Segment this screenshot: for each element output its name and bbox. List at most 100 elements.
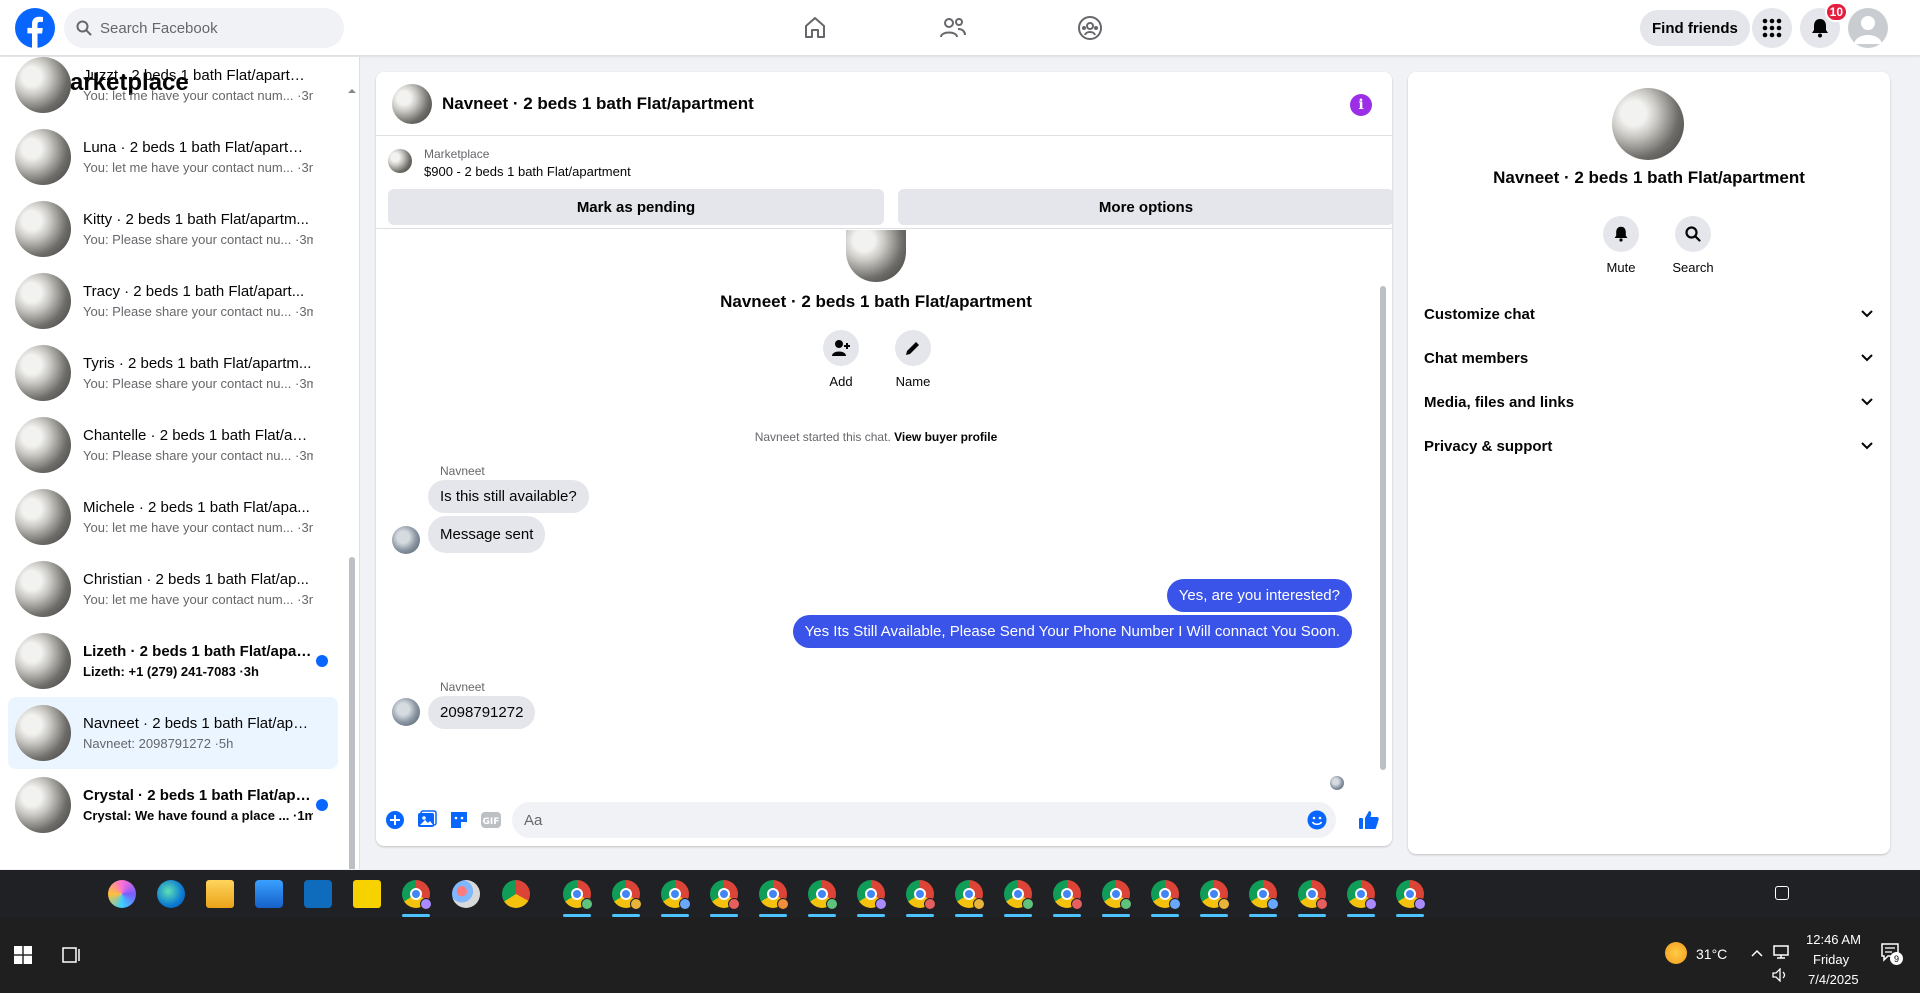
sender-avatar[interactable] (392, 526, 420, 554)
clock-date[interactable]: 7/4/2025 (1808, 972, 1859, 987)
conversation-item[interactable]: Navneet · 2 beds 1 bath Flat/apa... Navne… (8, 697, 338, 769)
conversation-snippet: You: let me have your contact num... (83, 520, 294, 535)
chrome-app-icon[interactable] (710, 880, 740, 910)
conversation-item[interactable]: Michele · 2 beds 1 bath Flat/apa... You: … (8, 481, 338, 553)
conversation-item[interactable]: Lizeth · 2 beds 1 bath Flat/apar... Lizet… (8, 625, 338, 697)
thread-scrollbar-thumb[interactable] (1380, 286, 1386, 770)
notification-center-icon[interactable]: 9 (1880, 942, 1903, 965)
chat-header-title[interactable]: Navneet · 2 beds 1 bath Flat/apartment (442, 94, 754, 114)
add-action[interactable]: Add (811, 330, 871, 389)
sticker-icon[interactable] (448, 809, 470, 831)
conversation-item[interactable]: Crystal · 2 beds 1 bath Flat/apa... Cryst… (8, 769, 338, 841)
account-avatar-button[interactable] (1848, 8, 1888, 48)
more-options-button[interactable]: More options (898, 189, 1392, 225)
chrome-app-icon[interactable] (1396, 880, 1426, 910)
sidebar-scrollbar-thumb[interactable] (349, 557, 355, 869)
file-explorer-icon[interactable] (206, 880, 234, 908)
outgoing-message[interactable]: Yes Its Still Available, Please Send You… (792, 615, 1352, 648)
mute-action[interactable]: Mute (1591, 216, 1651, 275)
conversation-item[interactable]: Kitty · 2 beds 1 bath Flat/apartm... You:… (8, 193, 338, 265)
find-friends-button[interactable]: Find friends (1640, 10, 1750, 46)
network-icon[interactable] (1772, 944, 1790, 960)
listing-price[interactable]: $900 - 2 beds 1 bath Flat/apartment (424, 164, 631, 179)
details-avatar[interactable] (1612, 88, 1684, 160)
conversation-text: Lizeth · 2 beds 1 bath Flat/apar... Lizet… (83, 643, 313, 679)
conversation-item[interactable]: Tyris · 2 beds 1 bath Flat/apartm... You:… (8, 337, 338, 409)
plus-circle-icon[interactable] (384, 809, 406, 831)
chrome-app-icon[interactable] (1102, 880, 1132, 910)
chrome-app-icon[interactable] (1249, 880, 1279, 910)
sidebar-scrollbar[interactable] (348, 87, 356, 869)
privacy-support-section[interactable]: Privacy & support (1424, 424, 1874, 468)
chat-header-avatar[interactable] (392, 83, 432, 124)
screen-capture-icon[interactable] (1775, 886, 1789, 900)
facebook-logo-icon[interactable] (15, 8, 55, 48)
sticky-notes-icon[interactable] (353, 880, 381, 908)
name-action[interactable]: Name (883, 330, 943, 389)
info-icon[interactable]: i (1350, 94, 1372, 116)
message-input[interactable] (512, 802, 1336, 838)
conversation-item[interactable]: Luna · 2 beds 1 bath Flat/apartm... You: … (8, 121, 338, 193)
chrome-app-icon[interactable] (502, 880, 530, 908)
gif-icon[interactable]: GIF (480, 809, 502, 831)
clock-day[interactable]: Friday (1813, 952, 1849, 967)
copilot-app-icon[interactable] (108, 880, 136, 908)
chrome-app-icon[interactable] (612, 880, 642, 910)
media-files-links-section[interactable]: Media, files and links (1424, 380, 1874, 424)
home-nav-icon[interactable] (795, 8, 835, 48)
conversation-text: Juzzt · 2 beds 1 bath Flat/apartm... You:… (83, 67, 313, 103)
conversation-item[interactable]: Chantelle · 2 beds 1 bath Flat/ap... You:… (8, 409, 338, 481)
conversation-item[interactable]: Juzzt · 2 beds 1 bath Flat/apartm... You:… (8, 57, 338, 121)
chrome-app-icon[interactable] (857, 880, 887, 910)
chrome-app-icon[interactable] (1053, 880, 1083, 910)
chrome-app-icon[interactable] (906, 880, 936, 910)
thumbs-up-icon[interactable] (1358, 809, 1380, 831)
search-input[interactable] (100, 19, 330, 37)
mark-as-pending-button[interactable]: Mark as pending (388, 189, 884, 225)
sender-avatar[interactable] (392, 698, 420, 726)
chevron-up-icon[interactable] (1751, 948, 1763, 958)
chat-members-section[interactable]: Chat members (1424, 336, 1874, 380)
store-app-icon[interactable] (255, 880, 283, 908)
chrome-app-icon[interactable] (955, 880, 985, 910)
groups-nav-icon[interactable] (1070, 8, 1110, 48)
chrome-center-icon (571, 888, 583, 900)
task-view-icon[interactable] (62, 946, 82, 964)
view-buyer-profile-link[interactable]: View buyer profile (894, 430, 997, 444)
outgoing-message[interactable]: Yes, are you interested? (1166, 579, 1352, 612)
listing-thumbnail[interactable] (388, 149, 412, 173)
menu-grid-button[interactable] (1752, 8, 1792, 48)
chrome-center-icon (914, 888, 926, 900)
photo-icon[interactable] (416, 809, 438, 831)
chrome-app-icon[interactable] (563, 880, 593, 910)
notifications-button[interactable]: 10 (1800, 2, 1848, 48)
outlook-app-icon[interactable] (304, 880, 332, 908)
chrome-app-icon[interactable] (1298, 880, 1328, 910)
chrome-app-icon[interactable] (1200, 880, 1230, 910)
windows-start-icon[interactable] (14, 946, 32, 964)
incoming-message[interactable]: Message sent (428, 516, 546, 553)
thread-scrollbar[interactable] (1377, 230, 1389, 790)
customize-chat-section[interactable]: Customize chat (1424, 292, 1874, 336)
paint-app-icon[interactable] (452, 880, 480, 908)
conversation-item[interactable]: Tracy · 2 beds 1 bath Flat/apart... You: … (8, 265, 338, 337)
temperature-text[interactable]: 31°C (1696, 946, 1727, 962)
friends-nav-icon[interactable] (933, 8, 973, 48)
clock-time[interactable]: 12:46 AM (1806, 932, 1861, 947)
chrome-app-icon[interactable] (759, 880, 789, 910)
chrome-app-icon[interactable] (402, 880, 432, 910)
chrome-app-icon[interactable] (808, 880, 838, 910)
chrome-app-icon[interactable] (1151, 880, 1181, 910)
chrome-app-icon[interactable] (661, 880, 691, 910)
incoming-message[interactable]: Is this still available? (428, 480, 589, 513)
incoming-message[interactable]: 2098791272 (428, 696, 536, 729)
emoji-icon[interactable] (1306, 809, 1328, 831)
chrome-app-icon[interactable] (1347, 880, 1377, 910)
edge-app-icon[interactable] (157, 880, 185, 908)
speaker-icon[interactable] (1772, 968, 1790, 982)
chrome-app-icon[interactable] (1004, 880, 1034, 910)
conversation-item[interactable]: Christian · 2 beds 1 bath Flat/ap... You:… (8, 553, 338, 625)
search-action[interactable]: Search (1663, 216, 1723, 275)
search-box[interactable] (64, 8, 344, 48)
running-app-indicator (808, 914, 836, 917)
